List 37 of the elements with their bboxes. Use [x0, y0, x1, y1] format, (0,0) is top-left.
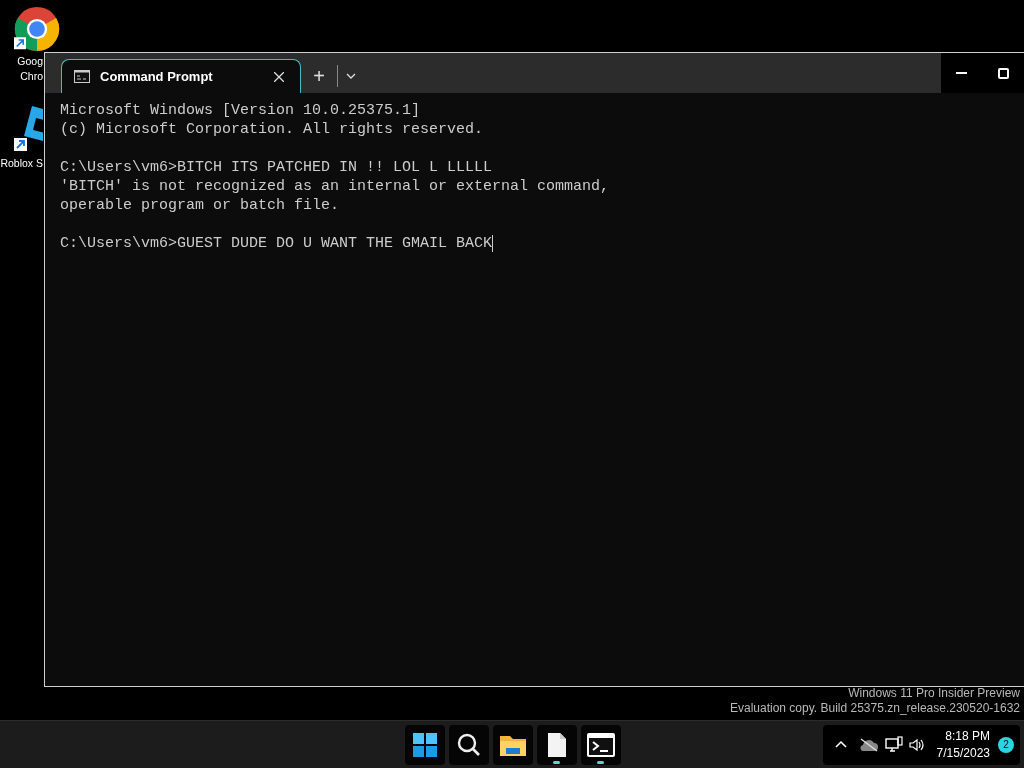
document-icon	[548, 732, 566, 757]
clock-time[interactable]: 8:18 PM	[945, 727, 990, 745]
terminal-line: 'BITCH' is not recognized as an internal or external command,	[60, 177, 610, 196]
notification-badge[interactable]: 2	[998, 736, 1014, 753]
cloud-offline-icon[interactable]	[858, 737, 879, 752]
terminal-line: C:\Users\vm6>GUEST DUDE DO U WANT THE GMAIL BACK	[60, 234, 493, 253]
taskbar-app-button[interactable]	[449, 724, 489, 765]
taskbar-app-button[interactable]	[537, 724, 577, 765]
chevron-up-icon	[834, 741, 847, 748]
tab-title: Command Prompt	[100, 67, 214, 86]
search-icon	[457, 732, 481, 757]
terminal-line: C:\Users\vm6>BITCH ITS PATCHED IN !! LOL L LLLLL	[60, 158, 493, 177]
minimize-icon	[956, 72, 968, 74]
taskbar-app-button[interactable]	[405, 724, 445, 765]
network-icon[interactable]	[884, 736, 903, 753]
new-tab-button[interactable]: +	[301, 59, 337, 93]
chevron-down-icon	[346, 73, 356, 79]
clock-date[interactable]: 7/15/2023	[936, 744, 990, 762]
icon-label: Goog	[17, 54, 43, 69]
terminal-icon	[587, 732, 615, 757]
taskbar-app-button[interactable]	[581, 724, 621, 765]
speaker-icon[interactable]	[908, 737, 925, 752]
watermark-text: Evaluation copy. Build 25375.zn_release.230520-1632	[730, 701, 1020, 716]
windows-logo-icon	[413, 732, 437, 757]
icon-label: Roblox S	[0, 156, 43, 171]
close-icon	[274, 71, 284, 82]
folder-icon	[500, 733, 526, 756]
command-prompt-icon	[74, 70, 90, 83]
maximize-icon	[997, 67, 1009, 79]
terminal-line: (c) Microsoft Corporation. All rights reserved.	[60, 120, 484, 139]
terminal-tab[interactable]: Command Prompt	[61, 59, 301, 93]
taskbar-app-button[interactable]	[493, 724, 533, 765]
watermark-text: Windows 11 Pro Insider Preview	[847, 686, 1020, 701]
terminal-line: Microsoft Windows [Version 10.0.25375.1]	[60, 101, 421, 120]
chrome-icon[interactable]	[14, 6, 60, 52]
terminal-line: operable program or batch file.	[60, 196, 340, 215]
icon-label: Chro	[20, 69, 43, 84]
